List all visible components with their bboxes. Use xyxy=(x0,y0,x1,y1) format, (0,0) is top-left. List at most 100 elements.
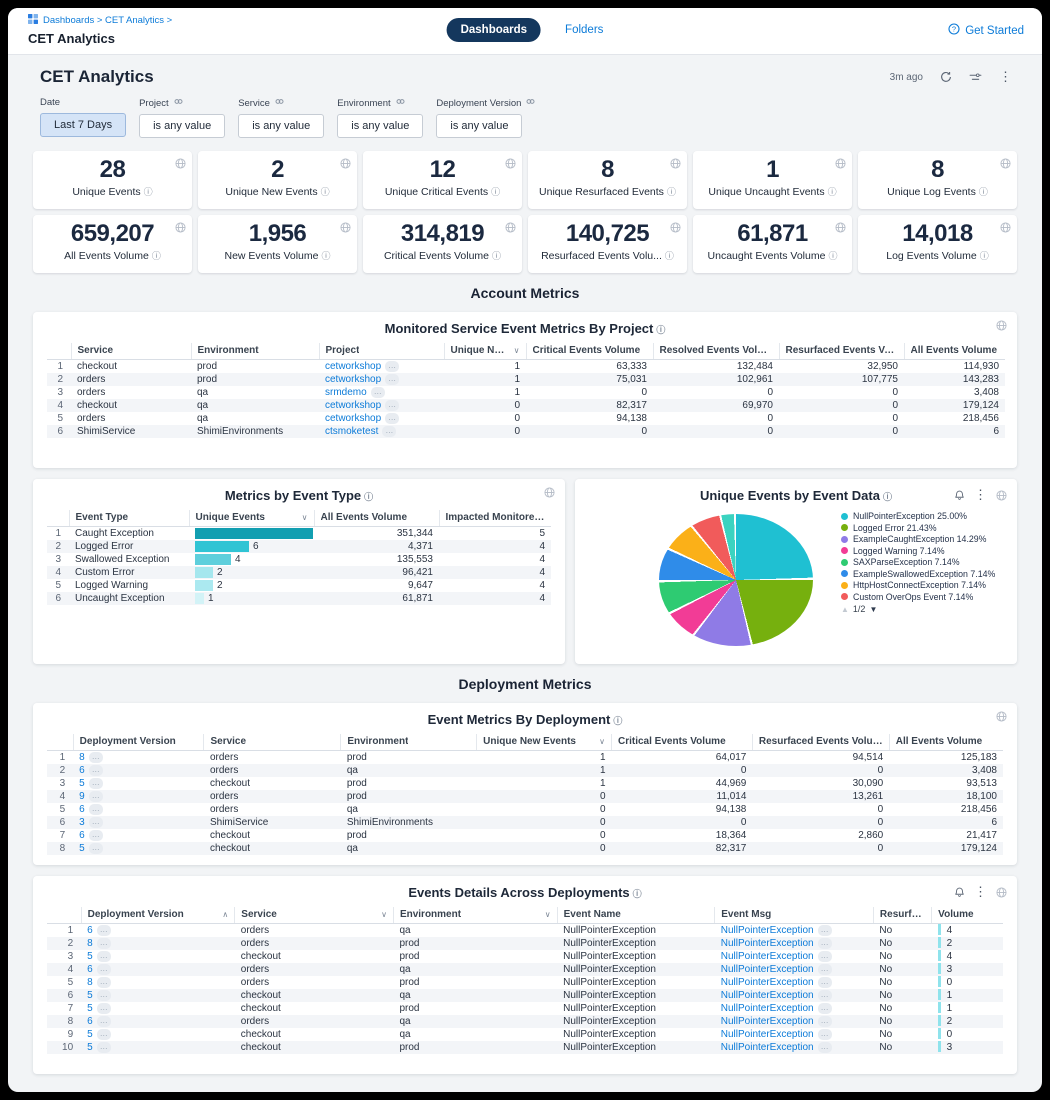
ellipsis-chip[interactable]: … xyxy=(97,977,111,988)
cell-link[interactable]: 6 xyxy=(87,1016,93,1027)
refresh-icon[interactable] xyxy=(940,71,952,83)
legend-item[interactable]: NullPointerException 25.00% xyxy=(841,511,1013,522)
info-icon[interactable]: ⓘ xyxy=(144,187,153,197)
ellipsis-chip[interactable]: … xyxy=(89,830,103,841)
ellipsis-chip[interactable]: … xyxy=(89,843,103,854)
page-up-icon[interactable]: ▲ xyxy=(841,605,849,614)
ellipsis-chip[interactable]: … xyxy=(97,951,111,962)
info-icon[interactable]: ⓘ xyxy=(667,187,676,197)
globe-icon[interactable] xyxy=(670,220,681,238)
kebab-menu-icon[interactable]: ⋮ xyxy=(974,487,987,503)
column-header-environment[interactable]: Environment xyxy=(191,343,319,360)
filter-value-button[interactable]: is any value xyxy=(238,114,324,138)
ellipsis-chip[interactable]: … xyxy=(818,977,832,988)
globe-icon[interactable] xyxy=(670,156,681,174)
column-header-service[interactable]: Service xyxy=(71,343,191,360)
column-header-unique-new-ever[interactable]: Unique New Ever∨ xyxy=(444,343,526,360)
sort-desc-icon[interactable]: ∨ xyxy=(541,910,551,919)
cell-link[interactable]: NullPointerException xyxy=(721,951,814,962)
cell-link[interactable]: 8 xyxy=(87,977,93,988)
globe-icon[interactable] xyxy=(340,220,351,238)
legend-item[interactable]: Custom OverOps Event 7.14% xyxy=(841,592,1013,603)
sort-desc-icon[interactable]: ∨ xyxy=(298,513,308,522)
cell-link[interactable]: 5 xyxy=(87,1003,93,1014)
globe-icon[interactable] xyxy=(996,490,1007,501)
cell-link[interactable]: 6 xyxy=(79,830,85,841)
column-header-event-msg[interactable]: Event Msg xyxy=(715,907,874,924)
ellipsis-chip[interactable]: … xyxy=(818,1016,832,1027)
cell-link[interactable]: cetworkshop xyxy=(325,400,381,411)
column-header-volume[interactable]: Volume xyxy=(932,907,1003,924)
info-icon[interactable]: ⓘ xyxy=(364,492,373,502)
ellipsis-chip[interactable]: … xyxy=(97,990,111,1001)
info-icon[interactable]: ⓘ xyxy=(980,251,989,261)
globe-icon[interactable] xyxy=(1000,220,1011,238)
info-icon[interactable]: ⓘ xyxy=(828,251,837,261)
column-header-deployment-version[interactable]: Deployment Version xyxy=(73,734,204,751)
sort-asc-icon[interactable]: ∧ xyxy=(218,910,228,919)
ellipsis-chip[interactable]: … xyxy=(97,1042,111,1053)
cell-link[interactable]: NullPointerException xyxy=(721,1003,814,1014)
ellipsis-chip[interactable]: … xyxy=(818,1003,832,1014)
info-icon[interactable]: ⓘ xyxy=(152,251,161,261)
kebab-menu-icon[interactable]: ⋮ xyxy=(974,884,987,900)
kebab-menu-icon[interactable]: ⋮ xyxy=(999,69,1012,85)
cell-link[interactable]: 8 xyxy=(87,938,93,949)
ellipsis-chip[interactable]: … xyxy=(818,1042,832,1053)
cell-link[interactable]: NullPointerException xyxy=(721,964,814,975)
cell-link[interactable]: NullPointerException xyxy=(721,1029,814,1040)
legend-item[interactable]: ExampleCaughtException 14.29% xyxy=(841,534,1013,545)
cell-link[interactable]: ctsmoketest xyxy=(325,426,378,437)
cell-link[interactable]: NullPointerException xyxy=(721,925,814,936)
ellipsis-chip[interactable]: … xyxy=(97,925,111,936)
filter-value-button[interactable]: is any value xyxy=(139,114,225,138)
ellipsis-chip[interactable]: … xyxy=(818,990,832,1001)
ellipsis-chip[interactable]: … xyxy=(97,938,111,949)
cell-link[interactable]: 5 xyxy=(79,778,85,789)
cell-link[interactable]: 6 xyxy=(87,964,93,975)
globe-icon[interactable] xyxy=(996,887,1007,898)
cell-link[interactable]: srmdemo xyxy=(325,387,367,398)
cell-link[interactable]: NullPointerException xyxy=(721,977,814,988)
tab-folders[interactable]: Folders xyxy=(565,24,603,36)
cell-link[interactable]: NullPointerException xyxy=(721,1016,814,1027)
column-header-all-events-volume[interactable]: All Events Volume xyxy=(889,734,1003,751)
ellipsis-chip[interactable]: … xyxy=(385,400,399,411)
column-header-resurfaced-yes-no[interactable]: Resurfaced (Yes / No) xyxy=(873,907,931,924)
cell-link[interactable]: 5 xyxy=(87,951,93,962)
bell-icon[interactable] xyxy=(954,887,965,898)
info-icon[interactable]: ⓘ xyxy=(979,187,988,197)
ellipsis-chip[interactable]: … xyxy=(97,1016,111,1027)
column-header-all-events-volume[interactable]: All Events Volume xyxy=(314,510,439,527)
cell-link[interactable]: 3 xyxy=(79,817,85,828)
ellipsis-chip[interactable]: … xyxy=(818,925,832,936)
column-header-impacted-monitored-services[interactable]: Impacted Monitored Services xyxy=(439,510,551,527)
column-header-unique-new-events[interactable]: Unique New Events∨ xyxy=(477,734,612,751)
ellipsis-chip[interactable]: … xyxy=(818,1029,832,1040)
info-icon[interactable]: ⓘ xyxy=(321,251,330,261)
column-header-deployment-version[interactable]: Deployment Version∧ xyxy=(81,907,235,924)
ellipsis-chip[interactable]: … xyxy=(818,951,832,962)
column-header-all-events-volume[interactable]: All Events Volume xyxy=(904,343,1005,360)
info-icon[interactable]: ⓘ xyxy=(828,187,837,197)
ellipsis-chip[interactable]: … xyxy=(385,361,399,372)
sort-desc-icon[interactable]: ∨ xyxy=(377,910,387,919)
column-header-environment[interactable]: Environment∨ xyxy=(393,907,557,924)
ellipsis-chip[interactable]: … xyxy=(89,791,103,802)
breadcrumb[interactable]: Dashboards > CET Analytics > xyxy=(28,14,172,27)
sort-desc-icon[interactable]: ∨ xyxy=(595,737,605,746)
sort-desc-icon[interactable]: ∨ xyxy=(510,346,520,355)
legend-item[interactable]: Logged Warning 7.14% xyxy=(841,546,1013,557)
globe-icon[interactable] xyxy=(175,156,186,174)
info-icon[interactable]: ⓘ xyxy=(656,325,665,335)
globe-icon[interactable] xyxy=(835,220,846,238)
info-icon[interactable]: ⓘ xyxy=(321,187,330,197)
cell-link[interactable]: 6 xyxy=(79,765,85,776)
cell-link[interactable]: 5 xyxy=(87,990,93,1001)
globe-icon[interactable] xyxy=(835,156,846,174)
ellipsis-chip[interactable]: … xyxy=(89,817,103,828)
legend-item[interactable]: HttpHostConnectException 7.14% xyxy=(841,580,1013,591)
ellipsis-chip[interactable]: … xyxy=(97,964,111,975)
filter-value-button[interactable]: is any value xyxy=(436,114,522,138)
ellipsis-chip[interactable]: … xyxy=(89,804,103,815)
